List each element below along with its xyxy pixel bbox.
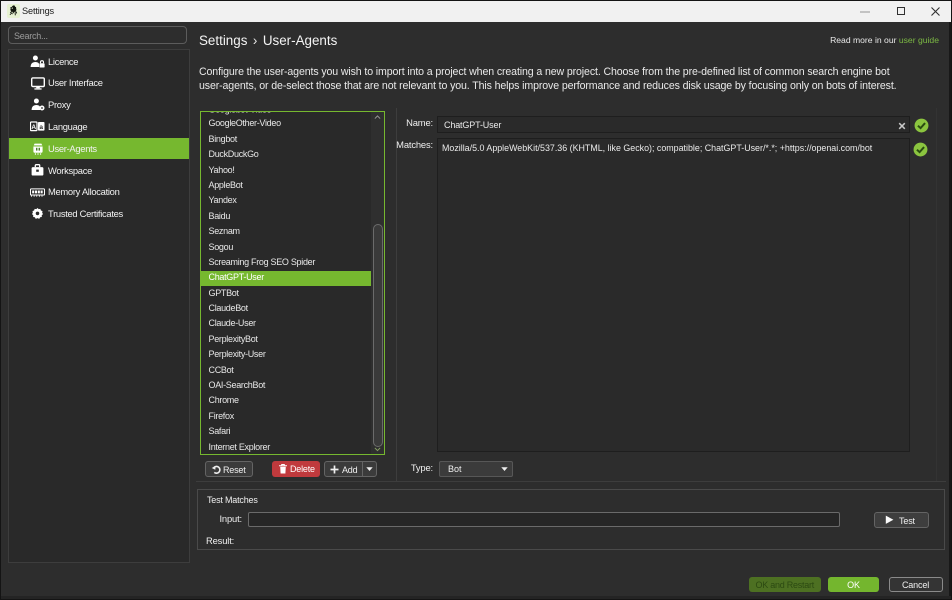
- svg-text:a: a: [39, 124, 43, 131]
- svg-text:A: A: [31, 124, 36, 131]
